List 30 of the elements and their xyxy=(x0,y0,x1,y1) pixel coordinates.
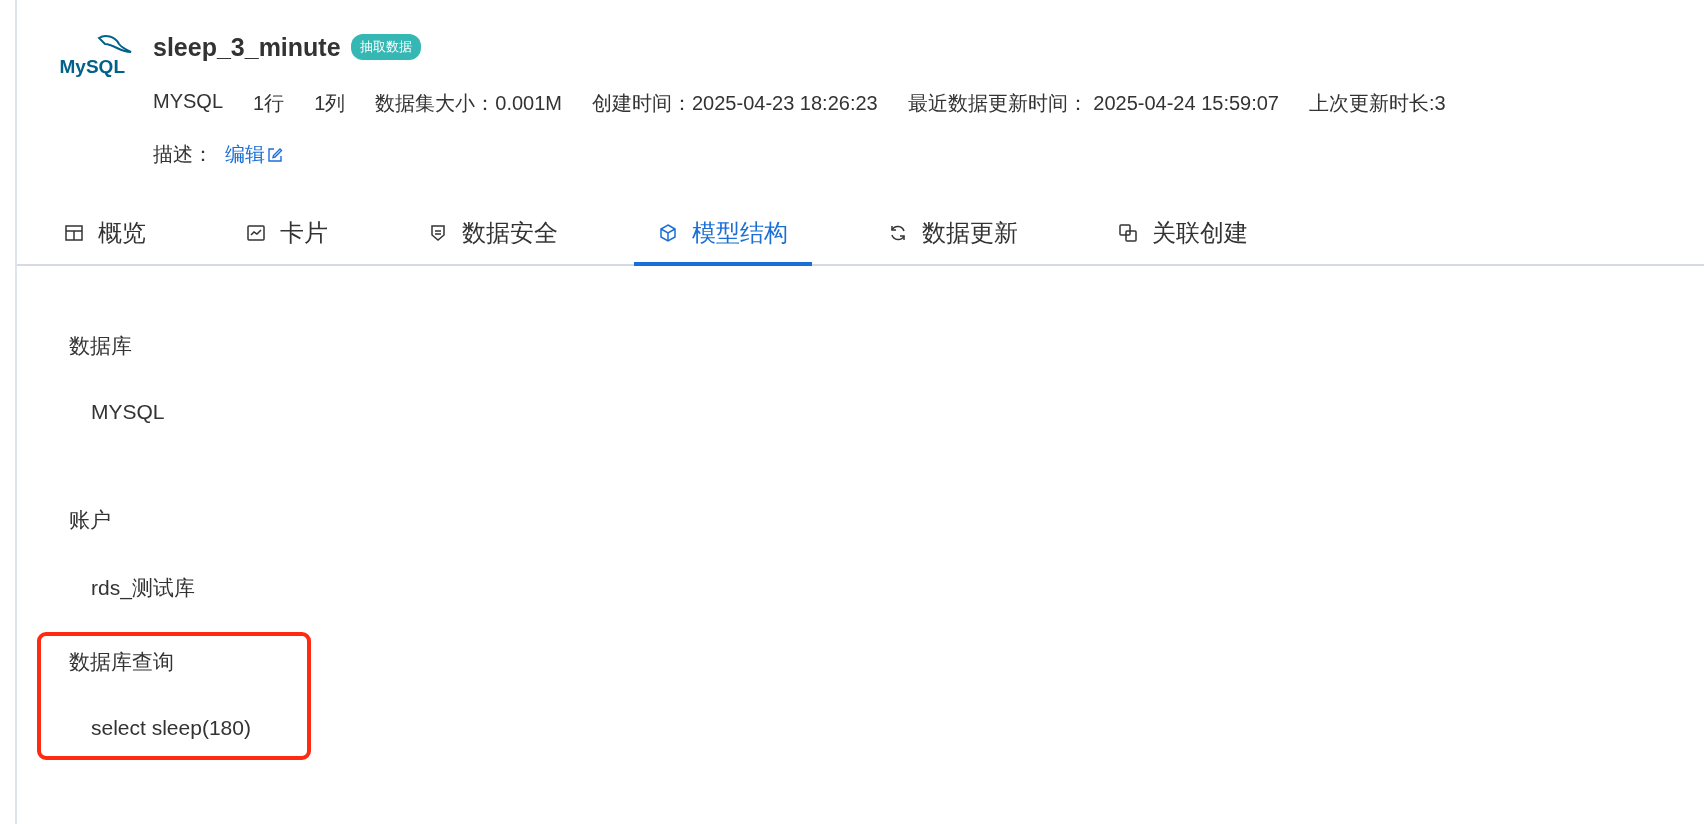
dataset-title: sleep_3_minute xyxy=(153,32,341,62)
tab[interactable]: 概览 xyxy=(64,204,146,266)
description-label: 描述： xyxy=(153,142,213,167)
meta-text: 上次更新时长:3 xyxy=(1309,91,1446,116)
cube-icon xyxy=(658,223,678,243)
tab[interactable]: 数据更新 xyxy=(888,204,1018,266)
section-label: 数据库 xyxy=(69,333,133,359)
section-label: 数据库查询 xyxy=(69,649,175,675)
tab[interactable]: 卡片 xyxy=(246,204,328,266)
section-value: select sleep(180) xyxy=(90,716,252,740)
linked-squares-icon xyxy=(1118,223,1138,243)
section-value: rds_测试库 xyxy=(90,575,196,602)
table-icon xyxy=(64,223,84,243)
section-value: MYSQL xyxy=(90,400,166,424)
meta-text: 1行 xyxy=(253,91,285,116)
edit-link[interactable]: 编辑 xyxy=(225,141,283,168)
edit-icon xyxy=(267,146,283,163)
meta-text: 最近数据更新时间： 2025-04-24 15:59:07 xyxy=(907,91,1279,116)
chart-icon xyxy=(246,223,266,243)
meta-text: MYSQL xyxy=(153,90,224,114)
section-label: 账户 xyxy=(69,507,112,533)
refresh-icon xyxy=(888,223,908,243)
extract-badge: 抽取数据 xyxy=(350,34,421,60)
meta-text: 数据集大小：0.001M xyxy=(375,91,562,116)
shield-icon xyxy=(428,223,448,243)
meta-text: 1列 xyxy=(314,91,346,116)
tab[interactable]: 数据安全 xyxy=(428,204,558,266)
tab[interactable]: 模型结构 xyxy=(634,204,812,266)
tab[interactable]: 关联创建 xyxy=(1118,204,1248,266)
meta-text: 创建时间：2025-04-23 18:26:23 xyxy=(592,91,878,116)
